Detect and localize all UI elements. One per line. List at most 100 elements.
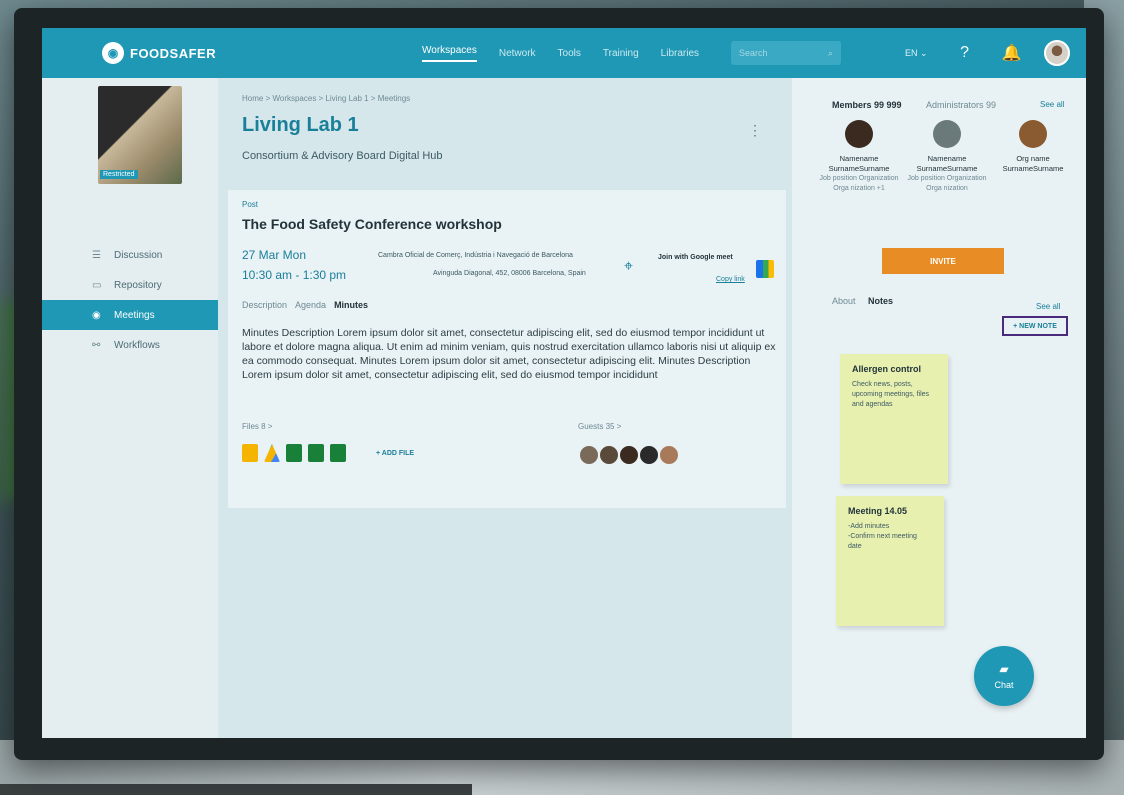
copy-link[interactable]: Copy link: [716, 276, 745, 283]
logo[interactable]: ◉ FOODSAFER: [102, 42, 422, 64]
nav-item-network[interactable]: Network: [499, 48, 536, 59]
folder-icon: ▭: [92, 279, 102, 291]
note-title: Meeting 14.05: [848, 506, 908, 516]
member-meta: Job position Organization Orga nization: [907, 175, 987, 192]
meeting-tabs: Description Agenda Minutes: [242, 300, 376, 310]
excel-icon[interactable]: [308, 444, 324, 462]
note-title: Allergen control: [852, 364, 922, 374]
post-type: Post: [242, 200, 259, 209]
note-body: -Add minutes -Confirm next meeting date: [848, 523, 917, 550]
page-title: Living Lab 1: [242, 114, 359, 136]
bell-icon[interactable]: 🔔: [1002, 43, 1022, 63]
nav-item-tools[interactable]: Tools: [558, 48, 581, 59]
member-name: Namename SurnameSurname: [916, 154, 978, 173]
sidebar-item-discussion[interactable]: ☰ Discussion: [42, 240, 218, 270]
avatar: [1019, 120, 1047, 148]
breadcrumb[interactable]: Home > Workspaces > Living Lab 1 > Meeti…: [242, 94, 410, 103]
app-screen: ◉ FOODSAFER Workspaces Network Tools Tra…: [42, 28, 1086, 738]
minutes-text: Minutes Description Lorem ipsum dolor si…: [242, 327, 776, 381]
guest-avatar[interactable]: [618, 444, 640, 466]
note-card[interactable]: Allergen control Check news, posts, upco…: [840, 354, 948, 484]
sidebar-item-repository[interactable]: ▭ Repository: [42, 270, 218, 300]
location-name: Cambra Oficial de Comerç, Indústria i Na…: [378, 252, 573, 259]
chat-icon: ☰: [92, 249, 101, 261]
sidebar-item-workflows[interactable]: ⚯ Workflows: [42, 330, 218, 360]
meeting-card: Post The Food Safety Conference workshop…: [228, 190, 786, 508]
google-meet-icon[interactable]: [756, 260, 774, 278]
sidebar-item-label: Repository: [114, 279, 162, 291]
new-note-button[interactable]: + NEW NOTE: [1002, 316, 1068, 336]
member-name: Namename SurnameSurname: [828, 154, 890, 173]
search-icon: ⌕: [827, 47, 834, 58]
google-drive-icon[interactable]: [264, 444, 280, 462]
workflow-icon: ⚯: [92, 339, 101, 351]
google-docs-icon[interactable]: [242, 444, 258, 462]
avatar: [933, 120, 961, 148]
members-count: Members 99 999: [832, 100, 902, 110]
guest-avatar[interactable]: [598, 444, 620, 466]
member-card[interactable]: Org name SurnameSurname: [988, 120, 1078, 174]
chat-bubble-icon: ▰: [999, 662, 1009, 676]
nav-item-libraries[interactable]: Libraries: [661, 48, 699, 59]
tab-minutes[interactable]: Minutes: [334, 300, 368, 310]
top-navigation: ◉ FOODSAFER Workspaces Network Tools Tra…: [42, 28, 1086, 78]
chat-label: Chat: [994, 680, 1014, 690]
google-meet-label: Join with Google meet: [658, 254, 733, 261]
main-content: Home > Workspaces > Living Lab 1 > Meeti…: [218, 78, 792, 738]
meeting-date: 27 Mar Mon: [242, 248, 307, 262]
sidebar-item-label: Workflows: [114, 339, 160, 351]
more-options-icon[interactable]: ⋮: [748, 122, 762, 139]
tab-notes[interactable]: Notes: [868, 296, 893, 306]
member-meta: Job position Organization Orga nization …: [819, 175, 899, 192]
help-icon[interactable]: ?: [956, 44, 974, 62]
tab-description[interactable]: Description: [242, 300, 287, 310]
note-body: Check news, posts, upcoming meetings, fi…: [852, 381, 930, 408]
location-address: Avinguda Diagonal, 452, 08006 Barcelona,…: [433, 270, 586, 277]
file-list: + ADD FILE: [242, 444, 414, 462]
search-input[interactable]: Search ⌕: [731, 41, 842, 65]
user-avatar[interactable]: [1043, 40, 1070, 66]
guest-avatar[interactable]: [658, 444, 680, 466]
member-card[interactable]: Namename SurnameSurname Job position Org…: [814, 120, 904, 194]
guest-avatars: [578, 444, 680, 466]
guests-label[interactable]: Guests 35 >: [578, 422, 621, 431]
nav-items: Workspaces Network Tools Training Librar…: [422, 45, 721, 62]
files-label[interactable]: Files 8 >: [242, 422, 272, 431]
invite-button[interactable]: INVITE: [882, 248, 1004, 274]
language-label: EN: [905, 47, 918, 58]
guest-avatar[interactable]: [578, 444, 600, 466]
excel-icon[interactable]: [330, 444, 346, 462]
language-selector[interactable]: EN ⌄: [905, 48, 928, 59]
sidebar-item-meetings[interactable]: ◉ Meetings: [42, 300, 218, 330]
meetings-icon: ◉: [92, 309, 101, 321]
chat-button[interactable]: ▰ Chat: [974, 646, 1034, 706]
member-name: Org name SurnameSurname: [1002, 154, 1064, 173]
sidebar-item-label: Discussion: [114, 249, 163, 261]
meeting-time: 10:30 am - 1:30 pm: [242, 268, 347, 282]
sidebar-item-label: Meetings: [114, 309, 155, 321]
member-card[interactable]: Namename SurnameSurname Job position Org…: [902, 120, 992, 194]
search-placeholder: Search: [739, 48, 768, 58]
restricted-badge: Restricted: [100, 170, 138, 179]
tab-agenda[interactable]: Agenda: [295, 300, 326, 310]
guest-avatar[interactable]: [638, 444, 660, 466]
logo-icon: ◉: [102, 42, 124, 64]
nav-item-workspaces[interactable]: Workspaces: [422, 45, 477, 62]
location-pin-icon[interactable]: ⌖: [624, 258, 633, 276]
sidebar: Restricted ☰ Discussion ▭ Repository ◉ M…: [42, 78, 218, 738]
monitor: ◉ FOODSAFER Workspaces Network Tools Tra…: [14, 8, 1104, 760]
avatar: [845, 120, 873, 148]
sidebar-menu: ☰ Discussion ▭ Repository ◉ Meetings ⚯ W…: [42, 240, 218, 360]
excel-icon[interactable]: [286, 444, 302, 462]
right-panel: Members 99 999 Administrators 99 See all…: [792, 78, 1086, 738]
see-all-members-link[interactable]: See all: [1040, 100, 1064, 109]
logo-text: FOODSAFER: [130, 45, 217, 61]
nav-item-training[interactable]: Training: [603, 48, 639, 59]
meeting-title: The Food Safety Conference workshop: [242, 216, 502, 232]
add-file-button[interactable]: + ADD FILE: [376, 450, 414, 457]
bottom-bar: [0, 784, 472, 795]
page-subtitle: Consortium & Advisory Board Digital Hub: [242, 150, 443, 162]
see-all-notes-link[interactable]: See all: [1036, 302, 1060, 311]
note-card[interactable]: Meeting 14.05 -Add minutes -Confirm next…: [836, 496, 944, 626]
tab-about[interactable]: About: [832, 296, 856, 306]
